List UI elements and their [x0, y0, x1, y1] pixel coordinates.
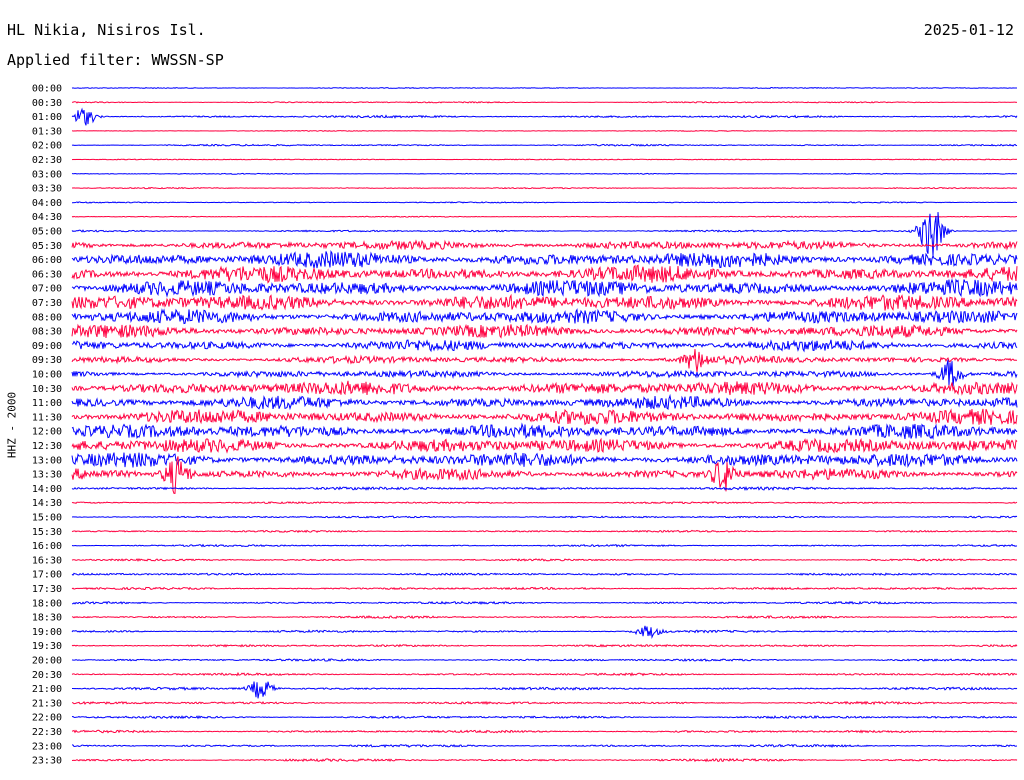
time-label: 13:00 [32, 455, 62, 466]
trace-row-1530 [71, 529, 1018, 534]
time-label: 03:00 [32, 169, 62, 180]
time-label: 00:00 [32, 84, 62, 95]
time-label-group: 00:00 00:30 01:00 01:30 02:00 02:30 03:00 03:30… [32, 84, 62, 767]
trace-row-0900 [71, 339, 1018, 353]
trace-row-0000 [71, 87, 1017, 89]
time-label: 17:30 [32, 584, 62, 595]
time-label: 06:00 [32, 255, 62, 266]
trace-row-1100 [71, 393, 1018, 411]
time-label: 06:30 [32, 269, 62, 280]
time-label: 07:30 [32, 298, 62, 309]
time-label: 02:30 [32, 155, 62, 166]
trace-row-1400 [71, 485, 1018, 491]
trace-row-1900 [71, 625, 1018, 639]
trace-row-0030 [71, 101, 1018, 104]
trace-row-0800 [71, 308, 1018, 325]
trace-row-1430 [71, 501, 1018, 505]
trace-row-0100 [71, 107, 1018, 126]
trace-row-0600 [71, 250, 1018, 269]
time-label: 08:30 [32, 327, 62, 338]
time-label: 09:00 [32, 341, 62, 352]
time-label: 12:00 [32, 427, 62, 438]
trace-row-0130 [72, 129, 1018, 132]
trace-row-1800 [72, 600, 1018, 605]
time-label: 04:30 [32, 212, 62, 223]
time-label: 09:30 [32, 355, 62, 366]
time-label: 22:00 [32, 713, 62, 724]
trace-row-1130 [71, 408, 1018, 426]
trace-row-0200 [71, 143, 1018, 147]
time-label: 22:30 [32, 727, 62, 738]
time-label: 15:30 [32, 527, 62, 538]
trace-row-1500 [71, 515, 1018, 519]
trace-row-1000 [71, 359, 1018, 387]
trace-row-0530 [71, 239, 1018, 251]
time-label: 11:00 [32, 398, 62, 409]
time-label: 14:00 [32, 484, 62, 495]
time-label: 23:00 [32, 741, 62, 752]
time-label: 20:30 [32, 670, 62, 681]
time-label: 18:00 [32, 598, 62, 609]
time-label: 10:00 [32, 370, 62, 381]
time-label: 02:00 [32, 141, 62, 152]
trace-row-2330 [71, 757, 1018, 763]
time-label: 03:30 [32, 184, 62, 195]
time-label: 20:00 [32, 656, 62, 667]
trace-row-0300 [71, 172, 1018, 175]
trace-row-0730 [71, 293, 1018, 312]
trace-row-1330 [71, 456, 1018, 494]
seismogram-plot: 00:00 00:30 01:00 01:30 02:00 02:30 03:00 03:30… [32, 84, 1018, 767]
time-label: 13:30 [32, 470, 62, 481]
trace-row-2200 [71, 715, 1017, 720]
time-label: 15:00 [32, 513, 62, 524]
time-label: 01:30 [32, 126, 62, 137]
time-label: 01:00 [32, 112, 62, 123]
trace-row-0700 [71, 278, 1018, 298]
time-label: 19:30 [32, 641, 62, 652]
trace-row-2100 [72, 681, 1018, 699]
trace-row-2030 [71, 671, 1018, 677]
trace-row-0330 [72, 186, 1017, 190]
trace-row-0930 [71, 349, 1018, 373]
time-label: 12:30 [32, 441, 62, 452]
trace-row-2000 [71, 658, 1018, 662]
time-label: 14:30 [32, 498, 62, 509]
trace-row-0830 [71, 323, 1018, 339]
time-label: 05:30 [32, 241, 62, 252]
time-label: 07:00 [32, 284, 62, 295]
time-label: 23:30 [32, 756, 62, 767]
time-label: 16:00 [32, 541, 62, 552]
time-label: 16:30 [32, 555, 62, 566]
trace-row-1030 [71, 380, 1018, 396]
time-label: 00:30 [32, 98, 62, 109]
trace-row-1300 [71, 452, 1018, 468]
trace-row-2230 [71, 729, 1018, 734]
time-label: 08:00 [32, 312, 62, 323]
trace-row-1230 [71, 437, 1018, 454]
trace-group [71, 87, 1018, 763]
time-label: 04:00 [32, 198, 62, 209]
trace-row-0630 [71, 264, 1018, 284]
trace-row-0400 [72, 201, 1018, 204]
trace-row-1600 [71, 543, 1018, 548]
trace-row-1930 [71, 643, 1018, 648]
trace-row-2130 [71, 700, 1018, 706]
time-label: 17:00 [32, 570, 62, 581]
trace-row-1700 [71, 572, 1018, 576]
time-label: 11:30 [32, 412, 62, 423]
trace-row-2300 [71, 743, 1018, 748]
time-label: 21:00 [32, 684, 62, 695]
time-label: 21:30 [32, 698, 62, 709]
trace-row-0230 [71, 158, 1018, 161]
time-label: 19:00 [32, 627, 62, 638]
trace-row-1630 [71, 558, 1018, 562]
trace-row-1730 [71, 586, 1018, 591]
trace-row-0500 [71, 212, 1018, 256]
time-label: 18:30 [32, 613, 62, 624]
trace-row-0430 [71, 215, 1018, 218]
time-label: 10:30 [32, 384, 62, 395]
trace-row-1830 [71, 615, 1018, 620]
trace-row-1200 [71, 422, 1018, 441]
time-label: 05:00 [32, 227, 62, 238]
